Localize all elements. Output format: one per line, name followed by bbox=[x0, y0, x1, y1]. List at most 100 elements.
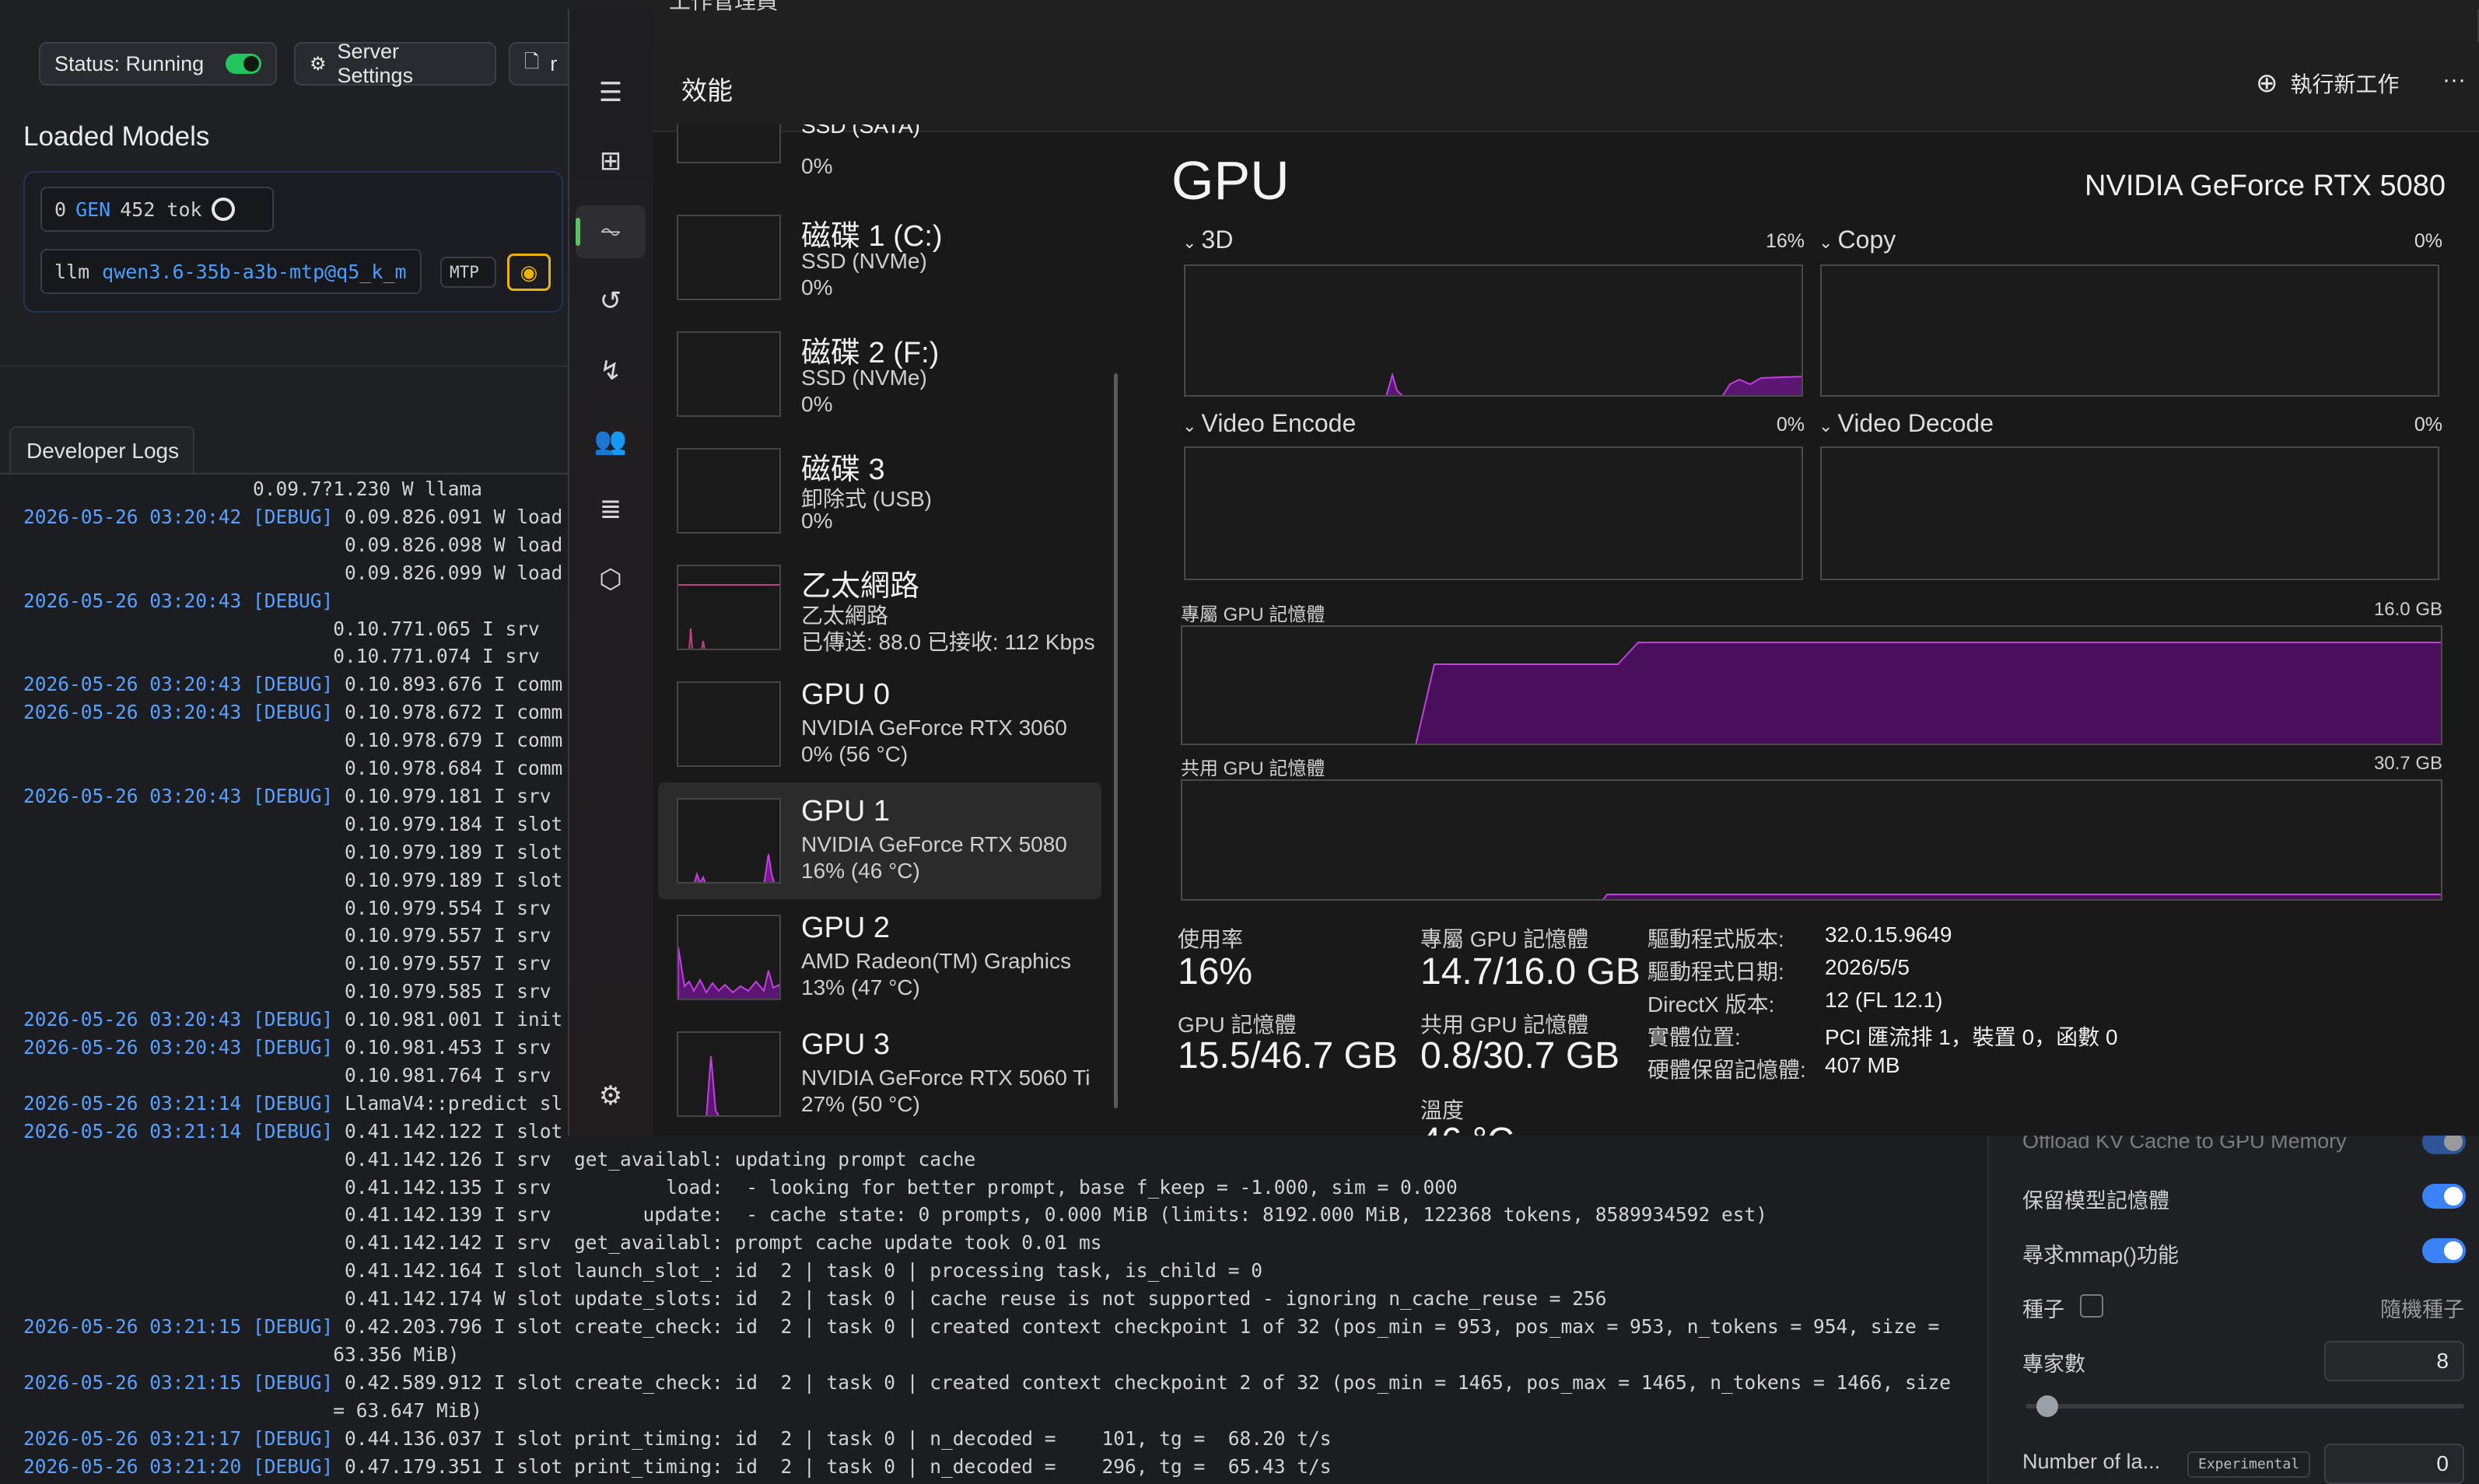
engine-3d-pct: 16% bbox=[1765, 230, 1805, 252]
log-message: 0.10.771.065 I srv bbox=[23, 617, 540, 640]
log-line: = 63.647 MiB) bbox=[23, 1399, 482, 1423]
sidebar-item-disk1[interactable]: 磁碟 1 (C:) SSD (NVMe) 0% bbox=[658, 199, 1101, 316]
more-options-button[interactable]: ··· bbox=[2442, 67, 2466, 93]
utilization-label: 使用率 bbox=[1178, 927, 1244, 951]
log-timestamp: 2026-05-26 03:20:43 [DEBUG] bbox=[23, 673, 334, 696]
engine-copy-label[interactable]: ⌄ Copy bbox=[1819, 226, 1896, 254]
sidebar-item-disk2[interactable]: 磁碟 2 (F:) SSD (NVMe) 0% bbox=[658, 316, 1101, 432]
log-line: 2026-05-26 03:20:42 [DEBUG] 0.09.826.091… bbox=[23, 506, 562, 529]
sidebar-item-ethernet[interactable]: 乙太網路 乙太網路 已傳送: 88.0 已接收: 112 Kbps bbox=[658, 549, 1101, 666]
sidebar-item-sub2: 27% (50 °C) bbox=[801, 1092, 920, 1116]
sidebar-scrollbar[interactable] bbox=[1114, 373, 1118, 1108]
processes-icon[interactable]: ⊞ bbox=[593, 143, 629, 179]
log-timestamp: 2026-05-26 03:20:43 [DEBUG] bbox=[23, 1008, 334, 1031]
server-settings-button[interactable]: ⚙ Server Settings bbox=[294, 40, 496, 87]
log-message: 0.10.981.764 I srv bbox=[23, 1063, 551, 1087]
log-message: 0.10.893.676 I comm bbox=[333, 673, 563, 696]
log-timestamp: 2026-05-26 03:21:15 [DEBUG] bbox=[23, 1315, 334, 1338]
log-timestamp: 2026-05-26 03:20:43 [DEBUG] bbox=[23, 1036, 334, 1059]
log-line: 2026-05-26 03:20:43 [DEBUG] 0.10.978.672… bbox=[23, 701, 562, 724]
sidebar-item-disk3[interactable]: 磁碟 3 卸除式 (USB) 0% bbox=[658, 432, 1101, 549]
driver-date-value: 2026/5/5 bbox=[1825, 955, 1910, 979]
log-line: 0.41.142.174 W slot update_slots: id 2 |… bbox=[23, 1287, 1607, 1311]
log-message: 0.41.142.174 W slot update_slots: id 2 |… bbox=[23, 1287, 1607, 1311]
log-message: 0.09.826.098 W load bbox=[23, 533, 563, 556]
run-new-task-button[interactable]: ⊕ 執行新工作 bbox=[2256, 61, 2400, 106]
keep-memory-toggle[interactable] bbox=[2422, 1184, 2466, 1209]
engine-3d-label[interactable]: ⌄ 3D bbox=[1182, 226, 1233, 254]
sidebar-item-gpu2[interactable]: GPU 2 AMD Radeon(TM) Graphics 13% (47 °C… bbox=[658, 899, 1101, 1016]
log-message: 63.356 MiB) bbox=[23, 1342, 460, 1366]
log-line: 0.10.979.585 I srv bbox=[23, 980, 551, 1003]
engine-copy-name: Copy bbox=[1837, 226, 1896, 254]
chevron-down-icon: ⌄ bbox=[1182, 416, 1202, 436]
num-layers-input[interactable]: 0 bbox=[2324, 1444, 2464, 1484]
mmap-toggle[interactable] bbox=[2422, 1238, 2466, 1263]
sidebar-item-sub: SSD (NVMe) bbox=[801, 366, 927, 390]
sidebar-item-title: GPU 0 bbox=[801, 678, 891, 711]
ssd-sata-thumbnail bbox=[677, 124, 781, 163]
task-manager-header: 效能 ⊕ 執行新工作 ··· bbox=[653, 42, 2479, 132]
gpu2-thumbnail bbox=[677, 915, 781, 1000]
sidebar-item-sub: AMD Radeon(TM) Graphics bbox=[801, 949, 1071, 973]
developer-logs-tab[interactable]: Developer Logs bbox=[9, 426, 194, 474]
experts-slider-thumb[interactable] bbox=[2036, 1395, 2059, 1417]
physical-location-label: 實體位置: bbox=[1647, 1025, 1741, 1049]
app-history-icon[interactable]: ↺ bbox=[593, 283, 629, 319]
divider bbox=[0, 366, 568, 367]
engine-decode-label[interactable]: ⌄ Video Decode bbox=[1819, 409, 1994, 438]
gpu-model-name: NVIDIA GeForce RTX 5080 bbox=[2085, 170, 2446, 202]
log-line: 0.10.771.074 I srv bbox=[23, 645, 540, 668]
details-icon[interactable]: ≣ bbox=[593, 492, 629, 527]
sidebar-item-sub2: 16% (46 °C) bbox=[801, 859, 920, 883]
log-message: 0.42.589.912 I slot create_check: id 2 |… bbox=[333, 1370, 1952, 1394]
sidebar-item-ssd-sata[interactable]: SSD (SATA) 0% bbox=[658, 124, 1101, 194]
log-line: 0.10.979.189 I slot bbox=[23, 869, 562, 892]
log-message: 0.10.979.184 I slot bbox=[23, 812, 563, 835]
gpu3-graph bbox=[706, 1055, 720, 1115]
log-line: 0.10.981.764 I srv bbox=[23, 1064, 551, 1087]
performance-icon[interactable]: ⏦ bbox=[593, 213, 629, 249]
model-name-box[interactable]: llm qwen3.6-35b-a3b-mtp@q5_k_m bbox=[40, 249, 422, 294]
log-message: 0.09.826.099 W load bbox=[23, 561, 563, 584]
sidebar-item-gpu3[interactable]: GPU 3 NVIDIA GeForce RTX 5060 Ti 27% (50… bbox=[658, 1016, 1101, 1131]
disk1-thumbnail bbox=[677, 215, 781, 300]
status-toggle[interactable] bbox=[226, 54, 261, 74]
users-icon[interactable]: 👥 bbox=[593, 423, 629, 459]
services-icon[interactable]: ⬡ bbox=[593, 562, 629, 597]
sidebar-item-gpu0[interactable]: GPU 0 NVIDIA GeForce RTX 3060 0% (56 °C) bbox=[658, 666, 1101, 782]
gears-icon: ⚙ bbox=[310, 53, 327, 75]
model-count: 0 bbox=[54, 198, 67, 221]
engine-3d-name: 3D bbox=[1201, 226, 1234, 254]
startup-apps-icon[interactable]: ↯ bbox=[593, 353, 629, 389]
directx-label: DirectX 版本: bbox=[1647, 992, 1775, 1017]
status-button[interactable]: Status: Running bbox=[39, 42, 277, 86]
engine-encode-label[interactable]: ⌄ Video Encode bbox=[1182, 409, 1356, 438]
dedicated-stat-value: 14.7/16.0 GB bbox=[1420, 951, 1640, 992]
log-line: 2026-05-26 03:20:43 [DEBUG] 0.10.981.001… bbox=[23, 1008, 562, 1031]
chevron-down-icon: ⌄ bbox=[1819, 233, 1838, 252]
log-timestamp: 2026-05-26 03:21:15 [DEBUG] bbox=[23, 1370, 334, 1394]
experts-input[interactable]: 8 bbox=[2324, 1341, 2464, 1381]
sidebar-item-gpu1[interactable]: GPU 1 NVIDIA GeForce RTX 5080 16% (46 °C… bbox=[658, 782, 1101, 899]
window-title: 工作管理員 bbox=[669, 0, 779, 13]
log-message: 0.10.979.189 I slot bbox=[23, 868, 563, 891]
status-label: Status: Running bbox=[54, 51, 205, 75]
mtp-tag: MTP bbox=[440, 257, 496, 288]
sidebar-item-sub2: 0% bbox=[801, 392, 833, 416]
sidebar-item-sub2: 0% (56 °C) bbox=[801, 742, 909, 766]
eye-icon[interactable]: ◉ bbox=[507, 254, 551, 291]
sidebar-item-title: GPU 1 bbox=[801, 795, 891, 828]
dedicated-stat-label: 專屬 GPU 記憶體 bbox=[1420, 927, 1589, 951]
gpu0-thumbnail bbox=[677, 681, 781, 767]
settings-gear-icon[interactable]: ⚙ bbox=[593, 1078, 629, 1114]
experts-slider-track[interactable] bbox=[2026, 1404, 2464, 1409]
random-seed-label: 隨機種子 bbox=[2380, 1298, 2464, 1321]
seed-checkbox[interactable] bbox=[2080, 1294, 2103, 1318]
sidebar-item-title: GPU 3 bbox=[801, 1028, 891, 1061]
hamburger-menu-icon[interactable]: ☰ bbox=[593, 75, 629, 110]
docs-button-label: r bbox=[550, 51, 558, 75]
experimental-badge: Experimental bbox=[2187, 1451, 2311, 1478]
gpu3-thumbnail bbox=[677, 1031, 781, 1117]
log-timestamp: 2026-05-26 03:21:14 [DEBUG] bbox=[23, 1119, 334, 1143]
